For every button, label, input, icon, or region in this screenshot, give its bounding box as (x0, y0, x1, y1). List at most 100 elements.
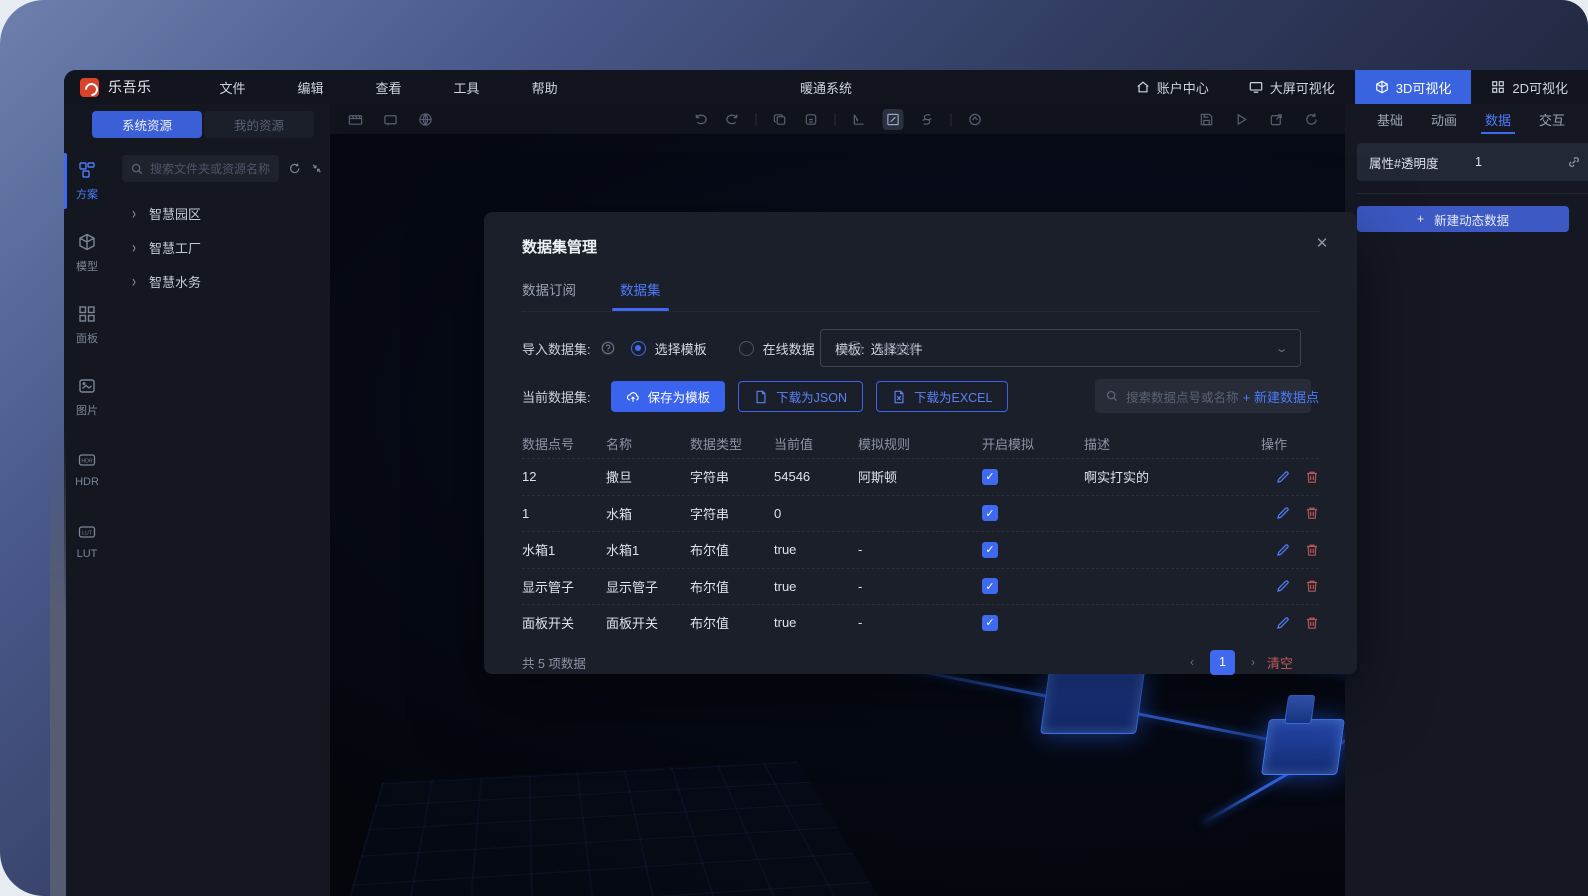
menu-tools[interactable]: 工具 (428, 70, 506, 104)
tab-dataset[interactable]: 数据集 (620, 279, 661, 311)
property-value: 1 (1475, 155, 1557, 169)
menu-edit[interactable]: 编辑 (272, 70, 350, 104)
viz-3d-button[interactable]: 3D可视化 (1355, 70, 1472, 104)
dynamic-data-row[interactable]: 属性#透明度 1 (1357, 143, 1588, 181)
delete-icon[interactable] (1305, 506, 1319, 520)
edit-icon[interactable] (1276, 543, 1290, 557)
toolbar-left-group (348, 112, 433, 127)
tab-interaction[interactable]: 交互 (1525, 104, 1579, 134)
translate-tool-icon[interactable] (851, 112, 866, 127)
tab-system-resources[interactable]: 系统资源 (92, 111, 202, 138)
toolbar-right-group (1199, 112, 1319, 127)
reload-icon[interactable] (1304, 112, 1319, 127)
edit-icon[interactable] (1276, 579, 1290, 593)
datapoint-search-placeholder: 搜索数据点号或名称 (1126, 387, 1239, 406)
tab-component[interactable]: 组件 (1579, 104, 1588, 134)
edit-icon[interactable] (1276, 616, 1290, 630)
edit-icon[interactable] (1276, 470, 1290, 484)
download-json-button[interactable]: 下载为JSON (738, 381, 863, 412)
new-datapoint-link[interactable]: + 新建数据点 (1243, 387, 1319, 406)
edit-icon[interactable] (1276, 506, 1290, 520)
resource-tabs: 系统资源 我的资源 (64, 104, 330, 145)
play-icon[interactable] (1234, 112, 1249, 127)
menu-help[interactable]: 帮助 (506, 70, 584, 104)
account-center-button[interactable]: 账户中心 (1116, 70, 1229, 104)
new-dynamic-data-button[interactable]: + 新建动态数据 (1357, 206, 1569, 232)
equipment-pump[interactable] (1261, 719, 1345, 775)
simulate-checkbox[interactable]: ✓ (982, 505, 998, 521)
delete-icon[interactable] (1305, 543, 1319, 557)
search-icon (131, 163, 143, 175)
app-window: 乐吾乐 文件 编辑 查看 工具 帮助 暖通系统 账户中心 大屏可视化 3D可视化 (64, 70, 1588, 896)
link-icon[interactable] (1567, 155, 1581, 169)
tab-data[interactable]: 数据 (1471, 104, 1525, 134)
simulate-checkbox[interactable]: ✓ (982, 615, 998, 631)
viz-2d-button[interactable]: 2D可视化 (1471, 70, 1588, 104)
copy-icon[interactable] (772, 112, 787, 127)
tree-item-smart-park[interactable]: ›智慧园区 (110, 196, 330, 230)
rail-item-scheme[interactable]: 方案 (64, 145, 110, 217)
save-as-template-button[interactable]: 保存为模板 (611, 381, 726, 412)
simulate-checkbox[interactable]: ✓ (982, 578, 998, 594)
resource-tree-panel: 搜索文件夹或资源名称 ›智慧园区 ›智慧工厂 ›智慧水务 (110, 145, 330, 896)
menu-file[interactable]: 文件 (194, 70, 272, 104)
collapse-panel-icon[interactable] (311, 162, 322, 175)
globe-icon[interactable] (418, 112, 433, 127)
menu-view[interactable]: 查看 (350, 70, 428, 104)
next-page-icon[interactable]: › (1251, 655, 1255, 669)
import-label: 导入数据集: (522, 339, 591, 358)
rail-item-lut[interactable]: LUT LUT (64, 505, 110, 577)
simulate-checkbox[interactable]: ✓ (982, 469, 998, 485)
delete-icon[interactable] (1305, 470, 1319, 484)
template-select[interactable]: 模板: 请选择 ⌄ (820, 329, 1301, 367)
table-row: 12 撒旦 字符串 54546 阿斯顿 ✓ 啊实打实的 (522, 458, 1319, 495)
toolbar-separator (950, 113, 951, 126)
panel-divider (1357, 193, 1588, 194)
tree-item-smart-factory[interactable]: ›智慧工厂 (110, 230, 330, 264)
screenshot-icon[interactable] (383, 112, 398, 127)
tab-animation[interactable]: 动画 (1417, 104, 1471, 134)
refresh-icon[interactable] (289, 162, 300, 175)
disc-tool-icon[interactable] (967, 112, 982, 127)
app-logo[interactable]: 乐吾乐 (80, 77, 152, 97)
tab-my-resources[interactable]: 我的资源 (204, 111, 314, 138)
rail-item-hdr[interactable]: HDR HDR (64, 433, 110, 505)
tree-item-smart-water[interactable]: ›智慧水务 (110, 264, 330, 298)
save-icon[interactable] (1199, 112, 1214, 127)
paste-icon[interactable] (803, 112, 818, 127)
equipment-tank[interactable] (1040, 664, 1146, 734)
cloud-upload-icon (626, 390, 640, 404)
bigscreen-viz-button[interactable]: 大屏可视化 (1229, 70, 1355, 104)
page-number[interactable]: 1 (1210, 650, 1235, 675)
radio-select-template[interactable]: 选择模板 (631, 339, 707, 358)
delete-icon[interactable] (1305, 579, 1319, 593)
tab-data-subscription[interactable]: 数据订阅 (522, 279, 576, 311)
simulate-checkbox[interactable]: ✓ (982, 542, 998, 558)
export-icon[interactable] (1269, 112, 1284, 127)
clear-all-link[interactable]: 清空 (1267, 653, 1293, 672)
datapoint-table: 数据点号 名称 数据类型 当前值 模拟规则 开启模拟 描述 操作 12 撒旦 字… (522, 428, 1319, 641)
undo-icon[interactable] (693, 112, 708, 127)
close-icon[interactable]: ✕ (1313, 234, 1331, 252)
download-excel-button[interactable]: 下载为EXCEL (876, 381, 1009, 412)
radio-online-data[interactable]: 在线数据 (739, 339, 815, 358)
rail-item-panel[interactable]: 面板 (64, 289, 110, 361)
rotate-tool-icon[interactable] (919, 112, 934, 127)
clapperboard-icon[interactable] (348, 112, 363, 127)
file-json-icon (754, 390, 768, 404)
rail-item-model[interactable]: 模型 (64, 217, 110, 289)
logo-icon (80, 78, 99, 97)
tab-basic[interactable]: 基础 (1363, 104, 1417, 134)
active-tool[interactable] (882, 109, 903, 130)
rail-item-image[interactable]: 图片 (64, 361, 110, 433)
hdr-icon: HDR (77, 450, 97, 470)
chevron-down-icon: ⌄ (1274, 342, 1288, 355)
prev-page-icon[interactable]: ‹ (1190, 655, 1194, 669)
resource-search-input[interactable]: 搜索文件夹或资源名称 (122, 155, 279, 182)
delete-icon[interactable] (1305, 616, 1319, 630)
help-icon[interactable] (601, 341, 615, 355)
redo-icon[interactable] (724, 112, 739, 127)
lut-icon: LUT (77, 522, 97, 542)
menu-bar: 文件 编辑 查看 工具 帮助 (194, 70, 584, 104)
grid-2d-icon (1491, 80, 1505, 94)
